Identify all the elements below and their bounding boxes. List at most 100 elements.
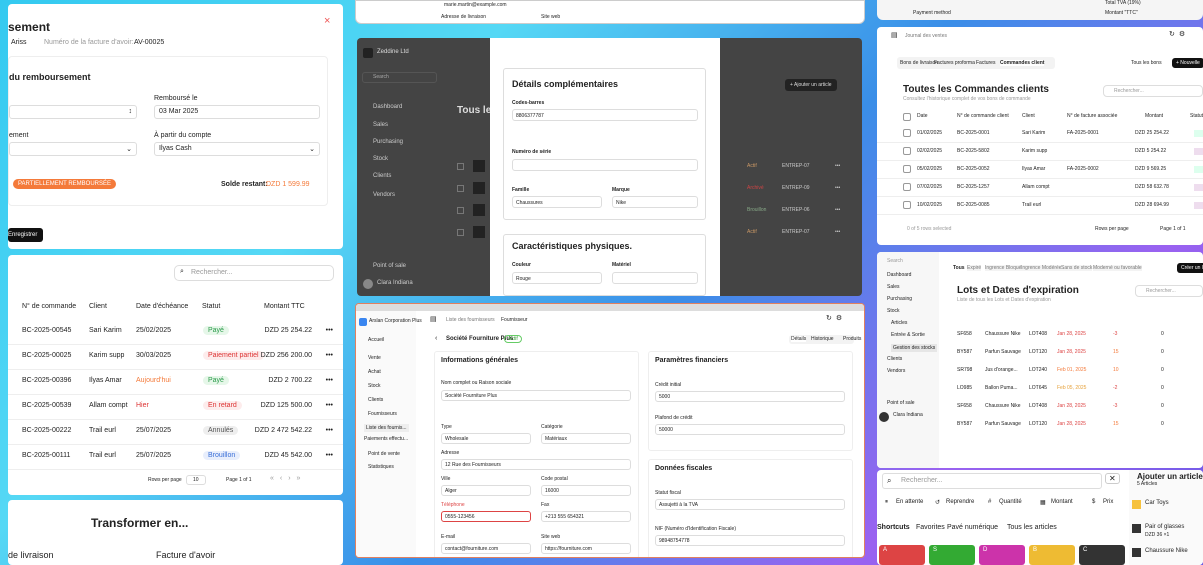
order-number[interactable]: BC-2025-1257 <box>957 184 990 190</box>
type-select[interactable]: Wholesale <box>441 433 531 444</box>
sidebar-item-pos[interactable]: Point of sale <box>373 263 406 269</box>
row-checkbox[interactable] <box>903 165 911 173</box>
item-name[interactable]: Chaussure Nike <box>1145 548 1188 554</box>
date-input[interactable]: 03 Mar 2025 <box>154 105 320 119</box>
row-checkbox[interactable] <box>457 207 464 214</box>
nif-input[interactable]: 98948754778 <box>655 535 845 546</box>
table-row[interactable]: BC-2025-00111 Trail eurl 25/07/2025 Brouill… <box>8 444 343 470</box>
tab-0[interactable]: Détails <box>791 336 807 342</box>
row-checkbox[interactable] <box>457 163 464 170</box>
lot-number[interactable]: LOT645 <box>1029 385 1047 391</box>
pos-button-1[interactable]: Reprendre <box>946 499 974 505</box>
table-row[interactable]: BC-2025-00539 Allam compt Hier En retard DZD… <box>8 394 343 420</box>
lot-number[interactable]: LOT120 <box>1029 349 1047 355</box>
more-icon[interactable]: ••• <box>326 402 333 409</box>
pos-button-0[interactable]: En attente <box>896 499 923 505</box>
more-icon[interactable]: ••• <box>326 327 333 334</box>
sidebar-item-vendors[interactable]: Vendors <box>373 192 395 198</box>
col-header[interactable]: Date d'échéance <box>136 303 188 310</box>
add-article-button[interactable]: + Ajouter un article <box>785 79 837 91</box>
col-header[interactable]: N° de commande <box>22 303 76 310</box>
shortcut-key-4[interactable]: C <box>1079 545 1125 565</box>
more-icon[interactable]: ••• <box>835 185 840 191</box>
tab-0[interactable]: Bons de livraison <box>900 60 938 66</box>
nav-item-9[interactable]: Statistiques <box>368 464 394 470</box>
more-icon[interactable]: ••• <box>326 377 333 384</box>
search-input[interactable]: ⌕ Rechercher... <box>174 265 334 281</box>
invoice-number[interactable]: FA-2025-0001 <box>1067 130 1099 136</box>
order-number[interactable]: BC-2025-0085 <box>957 202 990 208</box>
sidebar-item-sales[interactable]: Sales <box>373 122 388 128</box>
search-input[interactable]: ⌕ Rechercher... <box>882 473 1102 489</box>
phone-input[interactable]: 0555-123456 <box>441 511 531 522</box>
sidebar-item-clients[interactable]: Clients <box>373 173 391 179</box>
sidebar-item-7[interactable]: Clients <box>887 356 902 362</box>
filter-button[interactable]: Tous les bons <box>1131 60 1162 66</box>
search-input[interactable]: Search <box>362 72 437 83</box>
stepper-icon[interactable]: ↕ <box>129 108 133 115</box>
brand-input[interactable]: Nike <box>612 196 698 208</box>
sidebar-item-3[interactable]: Stock <box>887 308 900 314</box>
create-lot-button[interactable]: Créer un lot <box>1177 263 1203 273</box>
tab-2[interactable]: Factures <box>976 60 995 66</box>
sidebar-item-5[interactable]: Entrée & Sortie <box>891 332 925 338</box>
shortcut-key-1[interactable]: S <box>929 545 975 565</box>
address-input[interactable]: 12 Rue des Fournisseurs <box>441 459 631 470</box>
reimbursed-input[interactable]: ↕ <box>9 105 137 119</box>
order-number[interactable]: BC-2025-0052 <box>957 166 990 172</box>
name-input[interactable]: Société Fourniture Plus <box>441 390 631 401</box>
table-row[interactable]: 10/02/2025 BC-2025-0085 Trail eurl DZD 28 6… <box>877 197 1203 215</box>
serial-input[interactable] <box>512 159 698 171</box>
search-input[interactable]: Rechercher... <box>1135 285 1203 297</box>
material-input[interactable] <box>612 272 698 284</box>
col-header[interactable]: Montant TTC <box>264 303 305 310</box>
toolbar-icons[interactable]: ↻⚙ <box>1169 30 1189 38</box>
table-row[interactable]: 05/02/2025 BC-2025-0052 Ilyas Amar FA-2025-… <box>877 161 1203 179</box>
sidebar-item-2[interactable]: Purchasing <box>887 296 912 302</box>
order-number[interactable]: BC-2025-00539 <box>22 402 71 409</box>
sidebar-item-purchasing[interactable]: Purchasing <box>373 139 403 145</box>
col-header[interactable]: Statut <box>1190 113 1203 119</box>
more-icon[interactable]: ••• <box>326 427 333 434</box>
tab-3[interactable]: Commandes client <box>1000 60 1045 66</box>
category-select[interactable]: Matériaux <box>541 433 631 444</box>
pos-button-3[interactable]: Montant <box>1051 499 1073 505</box>
more-icon[interactable]: ••• <box>835 163 840 169</box>
nav-item-8[interactable]: Point de vente <box>368 451 400 457</box>
row-checkbox[interactable] <box>457 229 464 236</box>
col-header[interactable]: Client <box>89 303 107 310</box>
account-select[interactable]: Ilyas Cash ⌄ <box>154 142 320 156</box>
pos-tab-2[interactable]: Pavé numérique <box>947 524 998 531</box>
order-number[interactable]: BC-2025-0001 <box>957 130 990 136</box>
col-header[interactable]: N° de commande client <box>957 113 1009 119</box>
table-row[interactable]: BC-2025-00396 Ilyas Amar Aujourd'hui Payé DZ… <box>8 369 343 395</box>
lot-number[interactable]: LOT240 <box>1029 367 1047 373</box>
shortcut-key-2[interactable]: D <box>979 545 1025 565</box>
email-input[interactable]: contact@fourniture.com <box>441 543 531 554</box>
table-row[interactable]: 01/02/2025 BC-2025-0001 Sari Karim FA-2025-… <box>877 125 1203 143</box>
invoice-number[interactable]: FA-2025-0002 <box>1067 166 1099 172</box>
barcode-input[interactable]: 8806377787 <box>512 109 698 121</box>
pos-tab-0[interactable]: Shortcuts <box>877 524 910 531</box>
search-input[interactable]: Rechercher... <box>1103 85 1203 97</box>
nav-item-5[interactable]: Fournisseurs <box>368 411 397 417</box>
nav-item-7[interactable]: Paiements effectu... <box>364 436 408 442</box>
row-checkbox[interactable] <box>457 185 464 192</box>
nav-item-1[interactable]: Vente <box>368 355 381 361</box>
sidebar-item-6[interactable]: Gestion des stocks <box>891 344 938 352</box>
tab-1[interactable]: Factures proforma <box>934 60 975 66</box>
per-page-select[interactable]: 10 <box>186 475 206 485</box>
nav-item-2[interactable]: Achat <box>368 369 381 375</box>
transform-option-credit-note[interactable]: Facture d'avoir <box>156 550 215 560</box>
tab-1[interactable]: Historique <box>811 336 834 342</box>
tab-0[interactable]: Tous <box>953 265 965 271</box>
col-header[interactable]: Montant <box>1145 113 1163 119</box>
pagination-icons[interactable]: «‹›» <box>270 475 306 482</box>
tab-4[interactable]: Sans de stock <box>1061 265 1093 271</box>
col-header[interactable]: Statut <box>202 303 220 310</box>
sidebar-item-4[interactable]: Articles <box>891 320 907 326</box>
col-header[interactable]: Client <box>1022 113 1035 119</box>
select-all-checkbox[interactable] <box>903 113 911 121</box>
row-checkbox[interactable] <box>903 129 911 137</box>
breadcrumb-1[interactable]: Liste des fournisseurs <box>446 317 495 323</box>
